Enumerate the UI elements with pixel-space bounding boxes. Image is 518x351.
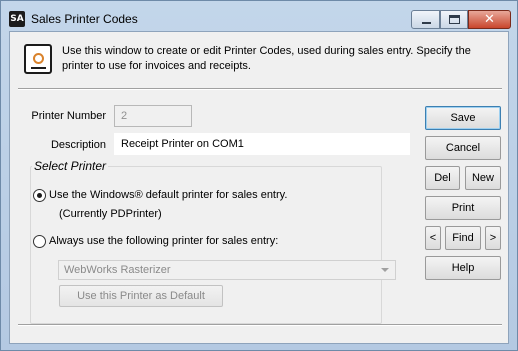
default-printer-label[interactable]: Use the Windows® default printer for sal…: [49, 189, 287, 201]
sa-app-icon[interactable]: SA: [9, 11, 25, 27]
previous-button[interactable]: <: [425, 226, 441, 250]
print-button[interactable]: Print: [425, 196, 501, 220]
close-button[interactable]: ✕: [468, 10, 511, 29]
window-title: Sales Printer Codes: [31, 12, 138, 26]
minimize-icon: [422, 22, 431, 24]
document-icon: [24, 44, 52, 74]
next-button[interactable]: >: [485, 226, 501, 250]
info-bar: Use this window to create or edit Printe…: [10, 32, 508, 80]
dialog-body: Use this window to create or edit Printe…: [9, 31, 509, 344]
specific-printer-radio[interactable]: [33, 235, 46, 248]
close-icon: ✕: [484, 12, 495, 27]
printer-select: WebWorks Rasterizer: [58, 260, 396, 280]
maximize-icon: [449, 15, 460, 24]
printer-number-field: 2: [114, 105, 192, 127]
help-button[interactable]: Help: [425, 256, 501, 280]
chevron-down-icon: [381, 268, 389, 272]
sales-printer-codes-window: SA Sales Printer Codes ✕ Use this window…: [0, 0, 518, 351]
new-button[interactable]: New: [465, 166, 501, 190]
printer-number-label: Printer Number: [31, 110, 106, 122]
bottom-divider: [18, 324, 502, 326]
current-printer-text: (Currently PDPrinter): [59, 208, 162, 220]
maximize-button[interactable]: [440, 10, 468, 29]
top-divider: [18, 88, 502, 90]
default-printer-radio[interactable]: [33, 189, 46, 202]
description-label: Description: [50, 139, 106, 151]
cancel-button[interactable]: Cancel: [425, 136, 501, 160]
info-text: Use this window to create or edit Printe…: [62, 45, 471, 72]
delete-button[interactable]: Del: [425, 166, 460, 190]
find-button[interactable]: Find: [445, 226, 481, 250]
description-field[interactable]: Receipt Printer on COM1: [114, 133, 410, 155]
printer-select-value: WebWorks Rasterizer: [64, 264, 171, 276]
select-printer-title: Select Printer: [32, 159, 109, 173]
specific-printer-label[interactable]: Always use the following printer for sal…: [49, 235, 278, 247]
use-as-default-button: Use this Printer as Default: [59, 285, 223, 307]
title-bar[interactable]: SA Sales Printer Codes ✕: [1, 1, 517, 31]
save-button[interactable]: Save: [425, 106, 501, 130]
minimize-button[interactable]: [411, 10, 440, 29]
